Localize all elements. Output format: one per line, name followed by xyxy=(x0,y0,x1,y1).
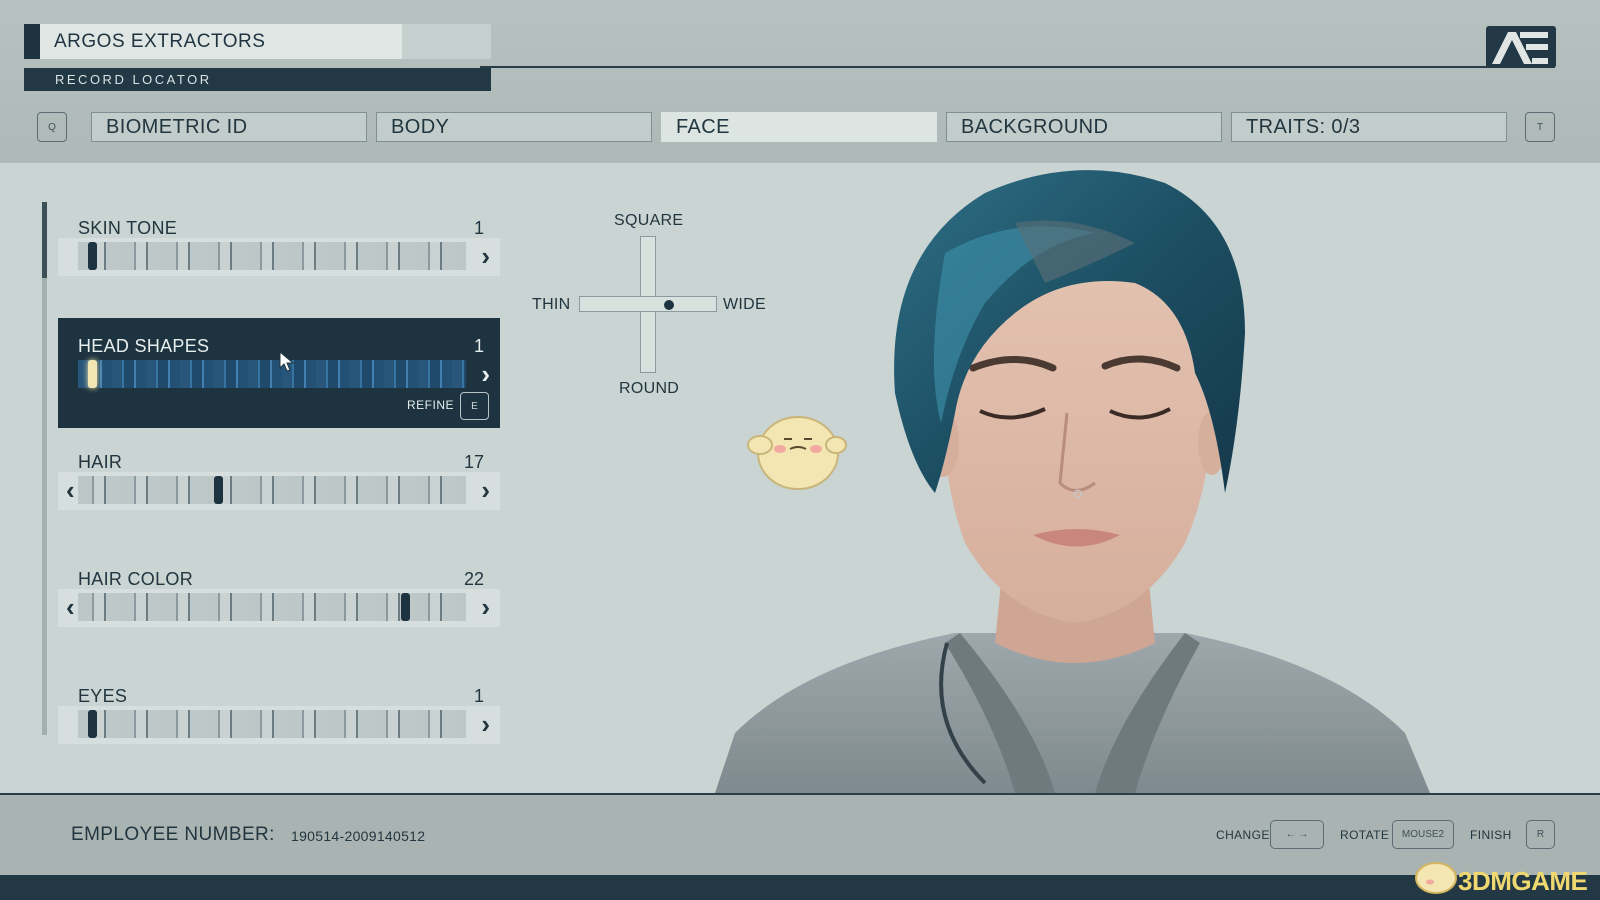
slider-label: HAIR xyxy=(78,452,123,472)
slider-knob[interactable] xyxy=(88,360,97,388)
rotate-control-key[interactable]: MOUSE2 xyxy=(1392,820,1454,849)
chevron-left-icon[interactable]: ‹ xyxy=(66,594,75,620)
slider-track[interactable] xyxy=(78,360,466,388)
chevron-left-icon[interactable]: ‹ xyxy=(66,477,75,503)
chevron-right-icon[interactable]: › xyxy=(481,594,490,620)
company-logo xyxy=(1486,26,1556,68)
shape-control-handle[interactable] xyxy=(663,299,674,310)
employee-number-value: 190514-2009140512 xyxy=(291,828,426,844)
slider-label: SKIN TONE xyxy=(78,218,178,238)
slider-value: 1 xyxy=(473,218,484,238)
slider-track[interactable] xyxy=(78,710,466,738)
slider-value: 1 xyxy=(473,336,484,356)
chevron-right-icon[interactable]: › xyxy=(481,477,490,503)
company-accent xyxy=(24,24,40,59)
slider-track[interactable] xyxy=(78,242,466,270)
slider-value: 1 xyxy=(473,686,484,706)
mouse-cursor-icon xyxy=(279,351,295,372)
rotate-control-label: ROTATE xyxy=(1340,828,1390,842)
slider-knob[interactable] xyxy=(88,710,97,738)
slider-knob[interactable] xyxy=(88,242,97,270)
next-tab-key-hint[interactable]: T xyxy=(1525,112,1555,142)
tab-traits[interactable]: TRAITS: 0/3 xyxy=(1231,112,1507,142)
change-control-key[interactable]: ← → xyxy=(1270,820,1324,849)
chevron-right-icon[interactable]: › xyxy=(481,243,490,269)
slider-track[interactable] xyxy=(78,476,466,504)
footer-strip xyxy=(0,875,1600,900)
shape-control-horizontal-axis[interactable] xyxy=(579,296,717,312)
slider-knob[interactable] xyxy=(400,593,410,621)
watermark-text: 3DMGAME xyxy=(1458,866,1588,896)
slider-list-scroll-thumb[interactable] xyxy=(42,202,47,278)
employee-number-label: EMPLOYEE NUMBER: xyxy=(71,824,275,845)
slider-row-eyes[interactable]: EYES 1 › xyxy=(58,668,500,778)
slider-row-skin-tone[interactable]: SKIN TONE 1 › xyxy=(58,200,500,310)
slider-value: 22 xyxy=(463,569,484,589)
chevron-right-icon[interactable]: › xyxy=(481,711,490,737)
finish-control-label: FINISH xyxy=(1470,828,1512,842)
refine-label: REFINE xyxy=(406,398,454,412)
shape-label-thin: THIN xyxy=(532,296,571,313)
company-name: ARGOS EXTRACTORS xyxy=(54,31,266,52)
slider-label: HEAD SHAPES xyxy=(78,336,210,356)
slider-label: EYES xyxy=(78,686,128,706)
slider-label: HAIR COLOR xyxy=(78,569,194,589)
tab-background[interactable]: BACKGROUND xyxy=(946,112,1222,142)
slider-list-scrollbar[interactable] xyxy=(42,202,47,735)
chevron-right-icon[interactable]: › xyxy=(481,361,490,387)
slider-row-hair[interactable]: HAIR 17 ‹ › xyxy=(58,434,500,544)
prev-tab-key-hint[interactable]: Q xyxy=(37,112,67,142)
shape-label-square: SQUARE xyxy=(614,212,684,229)
change-control-label: CHANGE xyxy=(1216,828,1270,842)
tab-body[interactable]: BODY xyxy=(376,112,652,142)
header-divider xyxy=(480,66,1555,68)
record-locator-label: RECORD LOCATOR xyxy=(55,72,212,87)
slider-knob[interactable] xyxy=(213,476,223,504)
shape-label-round: ROUND xyxy=(619,380,680,397)
finish-control-key[interactable]: R xyxy=(1526,820,1555,849)
character-portrait[interactable] xyxy=(715,163,1430,793)
slider-value: 17 xyxy=(463,452,484,472)
refine-key-button[interactable]: E xyxy=(460,392,489,420)
tab-biometric-id[interactable]: BIOMETRIC ID xyxy=(91,112,367,142)
tab-face[interactable]: FACE xyxy=(661,112,937,142)
slider-row-head-shapes[interactable]: HEAD SHAPES 1 › REFINE E xyxy=(58,318,500,428)
slider-row-hair-color[interactable]: HAIR COLOR 22 ‹ › xyxy=(58,551,500,661)
